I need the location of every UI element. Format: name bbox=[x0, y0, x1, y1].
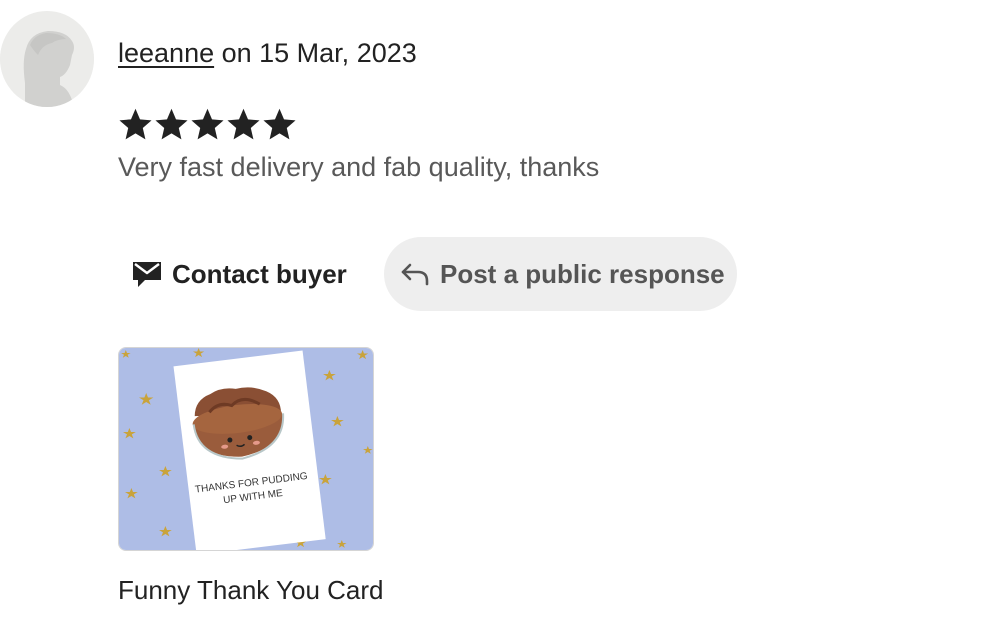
avatar bbox=[0, 11, 94, 107]
default-avatar-silhouette-icon bbox=[0, 12, 94, 107]
star-rating bbox=[118, 104, 297, 144]
star-icon bbox=[263, 108, 296, 140]
greeting-card: THANKS FOR PUDDING UP WITH ME bbox=[173, 350, 326, 550]
star-icon bbox=[155, 108, 188, 140]
star-icon bbox=[227, 108, 260, 140]
review-text: Very fast delivery and fab quality, than… bbox=[118, 152, 600, 182]
contact-buyer-label: Contact buyer bbox=[172, 258, 347, 289]
contact-buyer-button[interactable]: Contact buyer bbox=[118, 237, 361, 311]
reviewer-name-link[interactable]: leeanne bbox=[118, 38, 214, 68]
reply-arrow-icon bbox=[400, 262, 430, 286]
star-icon bbox=[191, 108, 224, 140]
post-public-response-button[interactable]: Post a public response bbox=[384, 237, 737, 311]
item-title[interactable]: Funny Thank You Card bbox=[118, 573, 383, 607]
post-public-response-label: Post a public response bbox=[440, 258, 725, 289]
envelope-icon bbox=[132, 260, 162, 288]
review-date: on 15 Mar, 2023 bbox=[214, 38, 417, 68]
review-header: leeanne on 15 Mar, 2023 bbox=[118, 36, 417, 70]
item-thumbnail[interactable]: THANKS FOR PUDDING UP WITH ME bbox=[118, 347, 374, 551]
star-icon bbox=[119, 108, 152, 140]
